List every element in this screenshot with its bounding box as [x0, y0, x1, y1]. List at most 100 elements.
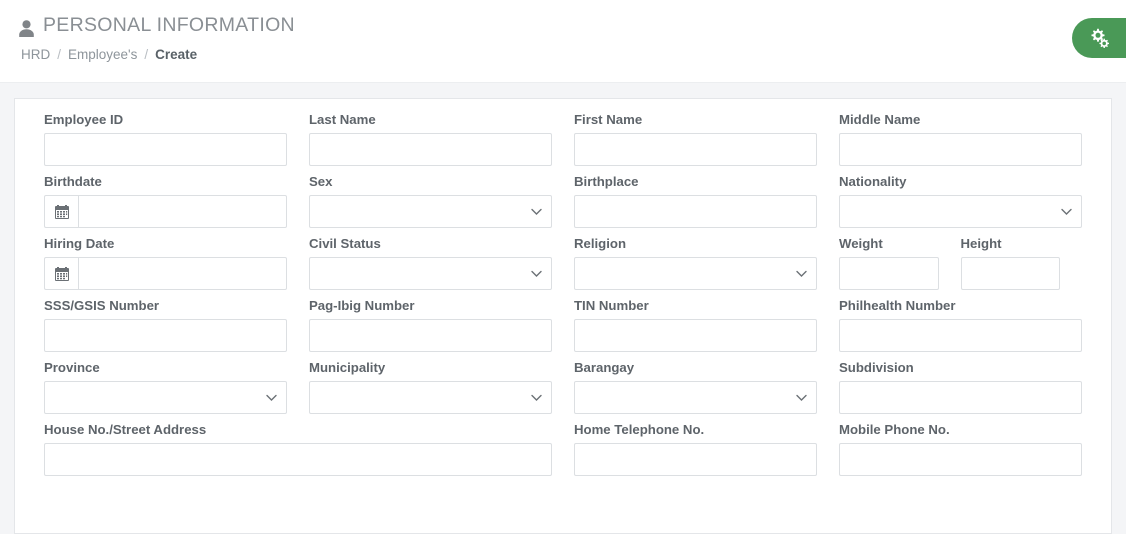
field-group-nationality: Nationality [828, 173, 1093, 228]
label-barangay: Barangay [574, 360, 635, 375]
field-group-municipality: Municipality [298, 359, 563, 414]
last-name-input[interactable] [309, 133, 552, 166]
weight-height-row: Weight Height [828, 235, 1071, 290]
breadcrumb-item-employees[interactable]: Employee's [68, 46, 137, 64]
tin-number-input[interactable] [574, 319, 817, 352]
label-birthdate: Birthdate [44, 174, 102, 189]
label-sss-gsis-number: SSS/GSIS Number [44, 298, 160, 313]
breadcrumb-item-create: Create [155, 47, 198, 62]
field-group-hiring-date: Hiring Date [33, 235, 298, 290]
sex-select[interactable] [309, 195, 552, 228]
municipality-select-wrap [309, 381, 552, 414]
hiring-date-input-group [44, 257, 287, 290]
field-group-pagibig-number: Pag-Ibig Number [298, 297, 563, 352]
field-group-first-name: First Name [563, 111, 828, 166]
province-select[interactable] [44, 381, 287, 414]
label-pagibig-number: Pag-Ibig Number [309, 298, 415, 313]
content-area: Employee ID Last Name First Name Middle … [0, 83, 1126, 534]
subdivision-input[interactable] [839, 381, 1082, 414]
label-last-name: Last Name [309, 112, 376, 127]
field-group-height: Height [950, 235, 1072, 290]
calendar-icon[interactable] [44, 257, 78, 290]
field-group-street-address: House No./Street Address [33, 421, 563, 476]
label-subdivision: Subdivision [839, 360, 914, 375]
religion-select-wrap [574, 257, 817, 290]
breadcrumb-item-hrd[interactable]: HRD [21, 46, 50, 64]
label-street-address: House No./Street Address [44, 422, 207, 437]
field-group-middle-name: Middle Name [828, 111, 1093, 166]
label-province: Province [44, 360, 100, 375]
label-sex: Sex [309, 174, 333, 189]
gears-icon [1089, 28, 1110, 48]
label-first-name: First Name [574, 112, 643, 127]
label-weight: Weight [839, 236, 883, 251]
field-group-subdivision: Subdivision [828, 359, 1093, 414]
first-name-input[interactable] [574, 133, 817, 166]
field-group-employee-id: Employee ID [33, 111, 298, 166]
pagibig-number-input[interactable] [309, 319, 552, 352]
label-middle-name: Middle Name [839, 112, 921, 127]
home-telephone-input[interactable] [574, 443, 817, 476]
label-philhealth-number: Philhealth Number [839, 298, 956, 313]
mobile-phone-input[interactable] [839, 443, 1082, 476]
field-group-province: Province [33, 359, 298, 414]
field-group-weight: Weight [828, 235, 950, 290]
municipality-select[interactable] [309, 381, 552, 414]
form-row-names: Employee ID Last Name First Name Middle … [33, 111, 1093, 173]
province-select-wrap [44, 381, 287, 414]
field-group-tin-number: TIN Number [563, 297, 828, 352]
personal-information-form-card: Employee ID Last Name First Name Middle … [14, 98, 1112, 534]
field-group-mobile-phone: Mobile Phone No. [828, 421, 1093, 476]
barangay-select[interactable] [574, 381, 817, 414]
label-civil-status: Civil Status [309, 236, 381, 251]
label-home-telephone: Home Telephone No. [574, 422, 705, 437]
label-birthplace: Birthplace [574, 174, 639, 189]
nationality-select-wrap [839, 195, 1082, 228]
label-religion: Religion [574, 236, 627, 251]
field-group-weight-height: Weight Height [828, 235, 1093, 290]
field-group-civil-status: Civil Status [298, 235, 563, 290]
field-group-sex: Sex [298, 173, 563, 228]
form-row-birth: Birthdate Sex Birthplace Nationality [33, 173, 1093, 235]
street-address-input[interactable] [44, 443, 552, 476]
field-group-religion: Religion [563, 235, 828, 290]
label-municipality: Municipality [309, 360, 386, 375]
field-group-last-name: Last Name [298, 111, 563, 166]
sex-select-wrap [309, 195, 552, 228]
field-group-birthdate: Birthdate [33, 173, 298, 228]
field-group-birthplace: Birthplace [563, 173, 828, 228]
sss-gsis-number-input[interactable] [44, 319, 287, 352]
religion-select[interactable] [574, 257, 817, 290]
civil-status-select[interactable] [309, 257, 552, 290]
label-mobile-phone: Mobile Phone No. [839, 422, 950, 437]
form-row-hiring: Hiring Date Civil Status Religion Weight… [33, 235, 1093, 297]
birthplace-input[interactable] [574, 195, 817, 228]
breadcrumb-separator: / [144, 47, 149, 62]
page-title-text: PERSONAL INFORMATION [43, 14, 295, 36]
label-employee-id: Employee ID [44, 112, 124, 127]
hiring-date-input[interactable] [78, 257, 287, 290]
height-input[interactable] [960, 257, 1060, 290]
label-tin-number: TIN Number [574, 298, 649, 313]
breadcrumb-separator: / [57, 47, 62, 62]
page-title: PERSONAL INFORMATION [19, 12, 1126, 38]
label-nationality: Nationality [839, 174, 907, 189]
philhealth-number-input[interactable] [839, 319, 1082, 352]
birthdate-input[interactable] [78, 195, 287, 228]
field-group-home-telephone: Home Telephone No. [563, 421, 828, 476]
weight-input[interactable] [839, 257, 939, 290]
civil-status-select-wrap [309, 257, 552, 290]
employee-id-input[interactable] [44, 133, 287, 166]
settings-button[interactable] [1072, 18, 1126, 58]
label-hiring-date: Hiring Date [44, 236, 115, 251]
form-row-contact: House No./Street Address Home Telephone … [33, 421, 1093, 483]
breadcrumb: HRD / Employee's / Create [21, 46, 1126, 64]
field-group-sss-gsis-number: SSS/GSIS Number [33, 297, 298, 352]
page-header: PERSONAL INFORMATION HRD / Employee's / … [0, 0, 1126, 83]
calendar-icon[interactable] [44, 195, 78, 228]
form-row-address-location: Province Municipality Barangay Subdivisi… [33, 359, 1093, 421]
middle-name-input[interactable] [839, 133, 1082, 166]
field-group-barangay: Barangay [563, 359, 828, 414]
nationality-select[interactable] [839, 195, 1082, 228]
birthdate-input-group [44, 195, 287, 228]
